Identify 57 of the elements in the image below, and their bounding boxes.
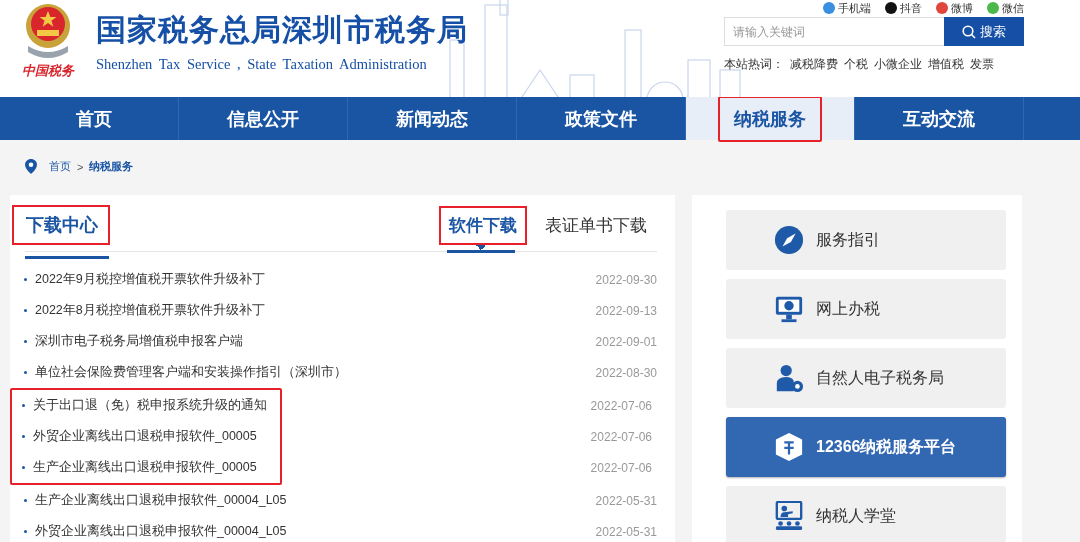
breadcrumb-link[interactable]: 纳税服务: [89, 159, 134, 174]
search-button[interactable]: 搜索: [944, 17, 1024, 46]
service-button[interactable]: 服务指引: [726, 210, 1006, 270]
date-label: 2022-07-06: [590, 460, 652, 475]
download-link[interactable]: 2022年9月税控增值税开票软件升级补丁: [35, 271, 265, 288]
service-button[interactable]: 网上办税: [726, 279, 1006, 339]
section-title: 下载中心: [12, 205, 110, 245]
hot-word-link[interactable]: 减税降费: [790, 56, 838, 73]
highlight-frame: 纳税服务: [718, 95, 822, 142]
date-label: 2022-05-31: [595, 493, 657, 508]
social-link[interactable]: 手机端: [838, 0, 871, 16]
hot-word-link[interactable]: 增值税: [928, 56, 964, 73]
download-link[interactable]: 深圳市电子税务局增值税申报客户端: [35, 333, 243, 350]
service-button[interactable]: 纳税人学堂: [726, 486, 1006, 542]
tab[interactable]: 表证单书下载: [535, 206, 657, 245]
monitor-icon: [774, 294, 804, 324]
cube-icon: [774, 432, 804, 462]
nav-tab[interactable]: 信息公开: [179, 97, 348, 140]
social-link[interactable]: 微博: [951, 0, 973, 16]
date-label: 2022-07-06: [590, 398, 652, 413]
search-icon: [962, 24, 976, 39]
compass-icon: [774, 225, 804, 255]
site-title: 国家税务总局深圳市税务局: [96, 12, 468, 48]
nav-tab[interactable]: 纳税服务: [686, 97, 855, 140]
nav-tab[interactable]: 新闻动态: [348, 97, 517, 140]
download-link[interactable]: 2022年8月税控增值税开票软件升级补丁: [35, 302, 265, 319]
social-link[interactable]: 微信: [1002, 0, 1024, 16]
site-subtitle: Shenzhen Tax Service , State Taxation Administration: [96, 56, 428, 73]
search-field[interactable]: 请输入关键词: [724, 17, 944, 46]
date-label: 2022-09-13: [595, 303, 657, 318]
download-link[interactable]: 外贸企业离线出口退税申报软件_00004_L05: [35, 523, 287, 540]
service-button[interactable]: 12366纳税服务平台: [726, 417, 1006, 477]
date-label: 2022-09-30: [595, 272, 657, 287]
date-label: 2022-09-01: [595, 334, 657, 349]
person-icon: [774, 363, 804, 393]
download-link[interactable]: 外贸企业离线出口退税申报软件_00005: [33, 428, 257, 445]
download-link[interactable]: 生产企业离线出口退税申报软件_00004_L05: [35, 492, 287, 509]
tab[interactable]: 软件下载: [439, 206, 527, 245]
nav-tab[interactable]: 互动交流: [855, 97, 1024, 140]
download-link[interactable]: 生产企业离线出口退税申报软件_00005: [33, 459, 257, 476]
location-pin-icon: [25, 159, 37, 174]
logo-caption: 中国税务: [22, 62, 74, 80]
download-link[interactable]: 关于出口退（免）税申报系统升级的通知: [33, 397, 267, 414]
hot-words-label: 本站热词：: [724, 56, 784, 73]
date-label: 2022-08-30: [595, 365, 657, 380]
breadcrumb-separator: >: [77, 160, 84, 173]
breadcrumb-link[interactable]: 首页: [49, 159, 71, 174]
hot-word-link[interactable]: 个税: [844, 56, 868, 73]
classroom-icon: [774, 501, 804, 531]
hot-word-link[interactable]: 小微企业: [874, 56, 922, 73]
service-button[interactable]: 自然人电子税务局: [726, 348, 1006, 408]
social-link[interactable]: 抖音: [900, 0, 922, 16]
hot-word-link[interactable]: 发票: [970, 56, 994, 73]
nav-tab[interactable]: 首页: [10, 97, 179, 140]
download-link[interactable]: 单位社会保险费管理客户端和安装操作指引（深圳市）: [35, 364, 347, 381]
date-label: 2022-07-06: [590, 429, 652, 444]
date-label: 2022-05-31: [595, 524, 657, 539]
